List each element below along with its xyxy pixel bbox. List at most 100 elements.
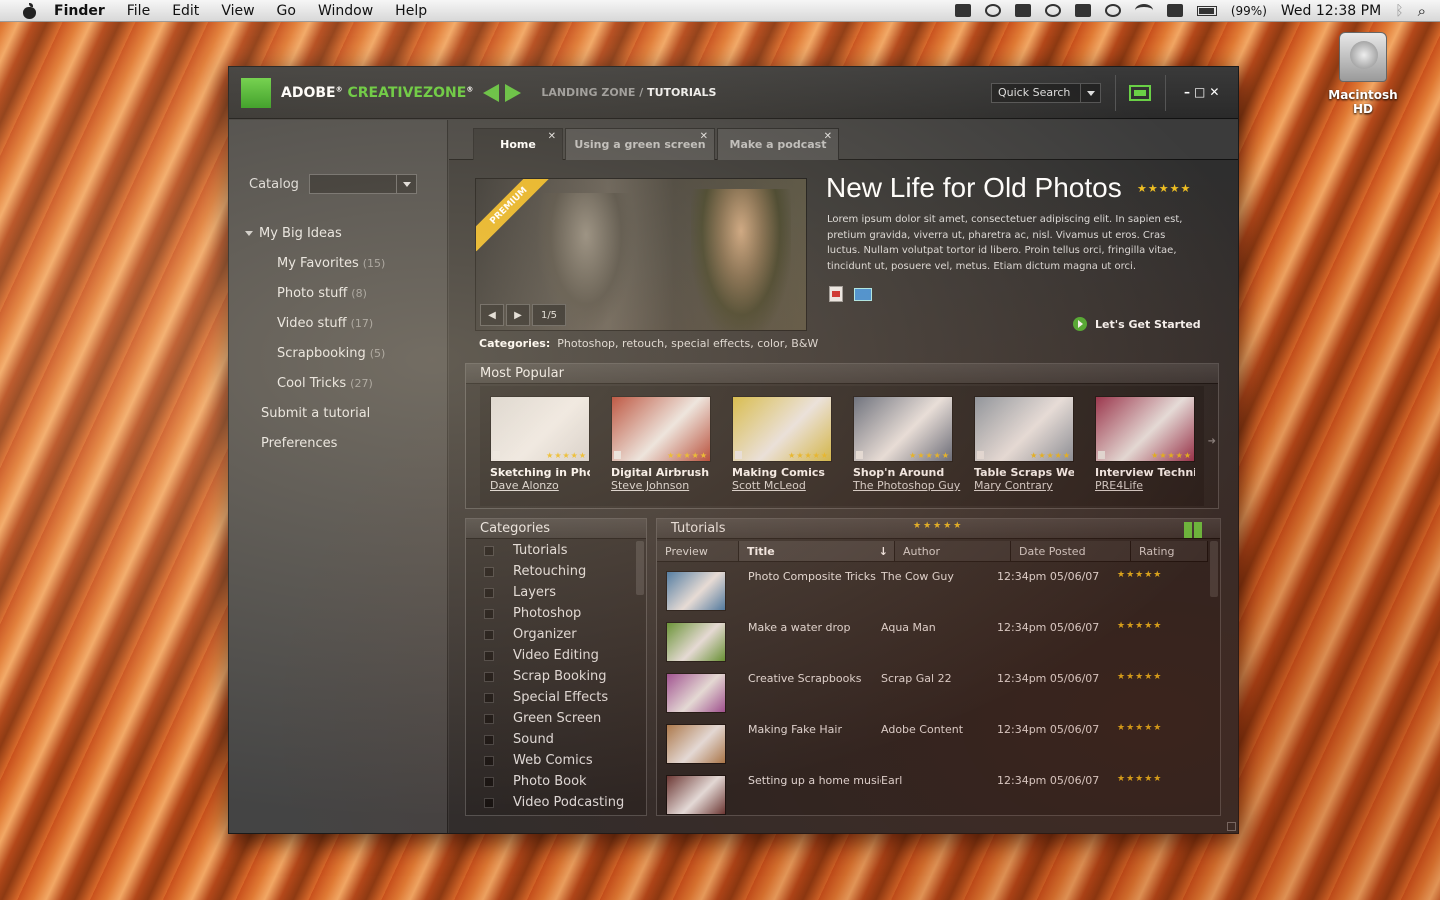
category-checkbox[interactable] (484, 776, 494, 787)
category-checkbox[interactable] (484, 797, 494, 808)
menu-help[interactable]: Help (395, 3, 427, 19)
tutorials-scrollbar[interactable] (1210, 541, 1218, 597)
apple-icon[interactable] (20, 2, 40, 19)
sidebar-item-photo-stuff[interactable]: Photo stuff (8) (245, 278, 385, 308)
disclosure-triangle-icon[interactable] (245, 230, 253, 236)
menu-app-name[interactable]: Finder (54, 3, 105, 19)
popular-item[interactable]: ★★★★★ Sketching in Pho...Dave Alonzo (490, 396, 590, 492)
column-date-posted[interactable]: Date Posted (1011, 541, 1131, 561)
popular-title[interactable]: Making Comics (732, 466, 832, 479)
column-preview[interactable]: Preview (657, 541, 739, 561)
category-checkbox[interactable] (484, 587, 494, 598)
category-item[interactable]: Scrap Booking (466, 666, 636, 687)
table-row[interactable]: Making Fake Hair Adobe Content 12:34pm 05/… (657, 716, 1208, 767)
row-preview-thumbnail[interactable] (666, 775, 726, 815)
category-item[interactable]: Organizer (466, 624, 636, 645)
popular-title[interactable]: Shop'n Around (853, 466, 953, 479)
sync-icon[interactable] (1044, 4, 1061, 17)
row-title[interactable]: Creative Scrapbooks (726, 665, 881, 685)
popular-title[interactable]: Digital Airbrush (611, 466, 711, 479)
popular-thumbnail[interactable]: ★★★★★ (490, 396, 590, 462)
scroll-right-icon[interactable]: ➜ (1208, 436, 1216, 447)
crumb-landing-zone[interactable]: LANDING ZONE (541, 86, 635, 99)
prev-slide-button[interactable]: ◀ (480, 304, 504, 326)
grid-view-icon[interactable] (1184, 522, 1204, 538)
category-item[interactable]: Special Effects (466, 687, 636, 708)
popular-thumbnail[interactable]: ★★★★★ (974, 396, 1074, 462)
menu-file[interactable]: File (127, 3, 150, 19)
tutorials-rating-filter[interactable]: ★★★★★ (913, 521, 963, 531)
table-row[interactable]: Make a water drop Aqua Man 12:34pm 05/06/0… (657, 614, 1208, 665)
sidebar-group-my-big-ideas[interactable]: My Big Ideas (245, 218, 385, 248)
submit-tutorial-link[interactable]: Submit a tutorial (245, 398, 385, 428)
popular-item[interactable]: ★★★★★ Making Comics Scott McLeod (732, 396, 832, 492)
resize-handle-icon[interactable] (1227, 822, 1236, 831)
chat-icon[interactable] (954, 4, 971, 17)
sidebar-item-scrapbooking[interactable]: Scrapbooking (5) (245, 338, 385, 368)
ichat-icon[interactable] (1104, 4, 1121, 17)
fullscreen-icon[interactable] (1129, 85, 1151, 101)
popular-title[interactable]: Interview Techni.. (1095, 466, 1195, 479)
row-preview-thumbnail[interactable] (666, 622, 726, 662)
category-item[interactable]: Layers (466, 582, 636, 603)
row-title[interactable]: Making Fake Hair (726, 716, 881, 736)
spotlight-search-icon[interactable]: ⌕ (1418, 2, 1426, 20)
back-arrow-icon[interactable] (483, 83, 500, 102)
table-row[interactable]: Creative Scrapbooks Scrap Gal 22 12:34pm 0… (657, 665, 1208, 716)
preferences-link[interactable]: Preferences (245, 428, 385, 458)
spaces-icon[interactable] (1014, 4, 1031, 17)
forward-arrow-icon[interactable] (505, 83, 522, 102)
popular-thumbnail[interactable]: ★★★★★ (732, 396, 832, 462)
close-icon[interactable]: ✕ (824, 131, 832, 142)
sidebar-item-video-stuff[interactable]: Video stuff (17) (245, 308, 385, 338)
category-checkbox[interactable] (484, 671, 494, 682)
tab-home[interactable]: Home ✕ (473, 128, 563, 160)
category-item[interactable]: Video Podcasting (466, 792, 636, 813)
window-controls[interactable]: –□✕ (1184, 85, 1223, 99)
category-checkbox[interactable] (484, 734, 494, 745)
close-icon[interactable]: ✕ (700, 131, 708, 142)
sidebar-item-cool-tricks[interactable]: Cool Tricks (27) (245, 368, 385, 398)
popular-thumbnail[interactable]: ★★★★★ (1095, 396, 1195, 462)
close-icon[interactable]: ✕ (548, 131, 556, 142)
popular-item[interactable]: ★★★★★ Shop'n Around The Photoshop Guy (853, 396, 960, 492)
popular-title[interactable]: Sketching in Pho... (490, 466, 590, 479)
battery-icon[interactable] (1196, 5, 1217, 16)
menu-edit[interactable]: Edit (172, 3, 199, 19)
popular-author-link[interactable]: PRE4Life (1095, 479, 1195, 492)
tab-make-podcast[interactable]: Make a podcast ✕ (717, 128, 839, 160)
tab-using-green-screen[interactable]: Using a green screen ✕ (565, 128, 715, 160)
popular-item[interactable]: ★★★★★ Digital Airbrush Steve Johnson (611, 396, 711, 492)
category-item[interactable]: Tutorials (466, 540, 636, 561)
column-rating[interactable]: Rating (1131, 541, 1208, 561)
category-checkbox[interactable] (484, 608, 494, 619)
column-author[interactable]: Author (895, 541, 1011, 561)
video-icon[interactable] (854, 288, 872, 301)
row-title[interactable]: Make a water drop (726, 614, 881, 634)
lets-get-started-button[interactable]: Let's Get Started (1073, 317, 1201, 331)
category-item[interactable]: Photo Book (466, 771, 636, 792)
category-item[interactable]: Retouching (466, 561, 636, 582)
row-title[interactable]: Photo Composite Tricks (726, 563, 881, 583)
hero-image[interactable]: PREMIUM ◀ ▶ 1/5 (475, 178, 807, 331)
popular-author-link[interactable]: Steve Johnson (611, 479, 711, 492)
category-checkbox[interactable] (484, 650, 494, 661)
chevron-down-icon[interactable] (395, 175, 416, 193)
volume-icon[interactable] (1166, 4, 1183, 17)
category-checkbox[interactable] (484, 566, 494, 577)
popular-author-link[interactable]: Dave Alonzo (490, 479, 590, 492)
categories-scrollbar[interactable] (636, 541, 644, 595)
clock[interactable]: Wed 12:38 PM (1281, 3, 1381, 19)
menu-window[interactable]: Window (318, 3, 373, 19)
catalog-dropdown[interactable] (308, 174, 417, 194)
row-title[interactable]: Setting up a home music... (726, 767, 881, 787)
chevron-down-icon[interactable] (1080, 84, 1100, 102)
popular-title[interactable]: Table Scraps Weekly (974, 466, 1074, 479)
time-machine-icon[interactable] (984, 4, 1001, 17)
popular-author-link[interactable]: The Photoshop Guy (853, 479, 960, 492)
category-item[interactable]: Video Editing (466, 645, 636, 666)
category-item[interactable]: Photoshop (466, 603, 636, 624)
row-preview-thumbnail[interactable] (666, 571, 726, 611)
row-preview-thumbnail[interactable] (666, 724, 726, 764)
popular-item[interactable]: ★★★★★ Interview Techni.. PRE4Life (1095, 396, 1195, 492)
